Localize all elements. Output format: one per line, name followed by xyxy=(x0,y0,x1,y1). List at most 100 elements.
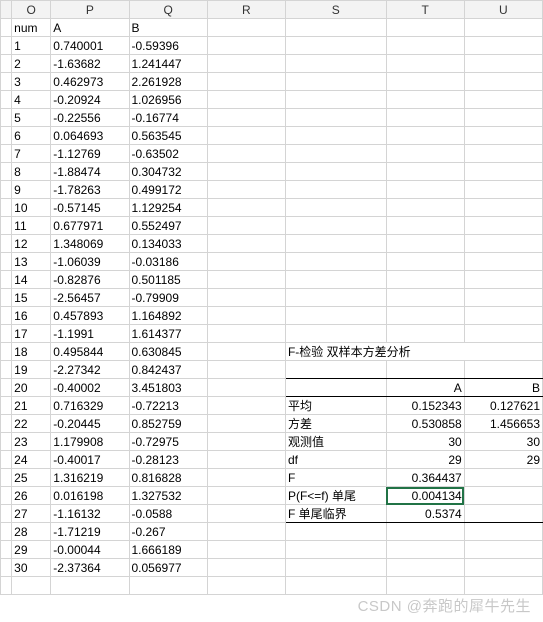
cell-P[interactable]: 0.677971 xyxy=(51,217,129,235)
cell-T[interactable] xyxy=(386,91,464,109)
cell-T[interactable] xyxy=(386,523,464,541)
cell-P[interactable]: -0.22556 xyxy=(51,109,129,127)
cell-Q[interactable] xyxy=(129,577,207,595)
cell-T[interactable] xyxy=(386,19,464,37)
cell-T[interactable] xyxy=(386,145,464,163)
grid-row[interactable]: 20-0.400023.451803AB xyxy=(1,379,543,397)
cell-U[interactable] xyxy=(464,559,542,577)
cell-P[interactable]: -0.40002 xyxy=(51,379,129,397)
cell-Q[interactable]: 0.816828 xyxy=(129,469,207,487)
cell-P[interactable]: -1.06039 xyxy=(51,253,129,271)
cell-S[interactable] xyxy=(285,55,386,73)
grid-row[interactable]: 17-1.19911.614377 xyxy=(1,325,543,343)
cell-P[interactable]: -0.00044 xyxy=(51,541,129,559)
cell-Q[interactable]: 1.666189 xyxy=(129,541,207,559)
cell-O[interactable]: 4 xyxy=(12,91,51,109)
cell-O[interactable]: 29 xyxy=(12,541,51,559)
cell-O[interactable]: 3 xyxy=(12,73,51,91)
col-R[interactable]: R xyxy=(207,1,285,19)
cell-S[interactable] xyxy=(285,181,386,199)
cell-O[interactable]: 12 xyxy=(12,235,51,253)
cell-S[interactable]: 观测值 xyxy=(285,433,386,451)
grid-row[interactable]: 27-1.16132-0.0588F 单尾临界0.5374 xyxy=(1,505,543,523)
row-gutter[interactable] xyxy=(1,361,12,379)
row-gutter[interactable] xyxy=(1,307,12,325)
cell-S[interactable] xyxy=(285,253,386,271)
cell-U[interactable] xyxy=(464,289,542,307)
grid-row[interactable]: 10.740001-0.59396 xyxy=(1,37,543,55)
cell-R[interactable] xyxy=(207,91,285,109)
grid-row[interactable]: 4-0.209241.026956 xyxy=(1,91,543,109)
cell-U[interactable] xyxy=(464,307,542,325)
cell-S[interactable]: 方差 xyxy=(285,415,386,433)
cell-O[interactable]: 13 xyxy=(12,253,51,271)
cell-S[interactable] xyxy=(285,523,386,541)
cell-O[interactable]: 16 xyxy=(12,307,51,325)
grid-row[interactable] xyxy=(1,577,543,595)
grid-row[interactable]: 110.6779710.552497 xyxy=(1,217,543,235)
cell-T[interactable] xyxy=(386,109,464,127)
cell-T[interactable]: A xyxy=(386,379,464,397)
cell-Q[interactable]: -0.0588 xyxy=(129,505,207,523)
cell-O[interactable]: 30 xyxy=(12,559,51,577)
cell-R[interactable] xyxy=(207,343,285,361)
cell-R[interactable] xyxy=(207,361,285,379)
grid-row[interactable]: 260.0161981.327532P(F<=f) 单尾0.004134 xyxy=(1,487,543,505)
cell-S[interactable] xyxy=(285,559,386,577)
cell-U[interactable] xyxy=(464,235,542,253)
cell-P[interactable] xyxy=(51,577,129,595)
cell-U[interactable] xyxy=(464,325,542,343)
cell-U[interactable] xyxy=(464,163,542,181)
column-headers[interactable]: O P Q R S T U xyxy=(1,1,543,19)
cell-R[interactable] xyxy=(207,199,285,217)
cell-U[interactable] xyxy=(464,37,542,55)
cell-T[interactable] xyxy=(386,127,464,145)
cell-Q[interactable]: 1.129254 xyxy=(129,199,207,217)
cell-U[interactable] xyxy=(464,469,542,487)
cell-P[interactable]: 1.316219 xyxy=(51,469,129,487)
cell-T[interactable]: 29 xyxy=(386,451,464,469)
cell-S[interactable] xyxy=(285,73,386,91)
cell-Q[interactable]: 1.026956 xyxy=(129,91,207,109)
cell-R[interactable] xyxy=(207,415,285,433)
cell-O[interactable]: 6 xyxy=(12,127,51,145)
cell-U[interactable]: B xyxy=(464,379,542,397)
grid-row[interactable]: 13-1.06039-0.03186 xyxy=(1,253,543,271)
grid-row[interactable]: 7-1.12769-0.63502 xyxy=(1,145,543,163)
cell-T[interactable] xyxy=(386,271,464,289)
cell-T[interactable]: 0.5374 xyxy=(386,505,464,523)
cell-Q[interactable]: 0.552497 xyxy=(129,217,207,235)
row-gutter[interactable] xyxy=(1,73,12,91)
row-gutter[interactable] xyxy=(1,55,12,73)
cell-S[interactable] xyxy=(285,541,386,559)
cell-U[interactable]: 1.456653 xyxy=(464,415,542,433)
row-gutter[interactable] xyxy=(1,343,12,361)
cell-Q[interactable]: -0.63502 xyxy=(129,145,207,163)
col-P[interactable]: P xyxy=(51,1,129,19)
cell-U[interactable]: 30 xyxy=(464,433,542,451)
cell-R[interactable] xyxy=(207,289,285,307)
cell-R[interactable] xyxy=(207,325,285,343)
cell-T[interactable] xyxy=(386,289,464,307)
cell-S[interactable] xyxy=(285,235,386,253)
cell-R[interactable] xyxy=(207,253,285,271)
cell-Q[interactable]: B xyxy=(129,19,207,37)
cell-Q[interactable]: 0.056977 xyxy=(129,559,207,577)
cell-P[interactable]: 0.457893 xyxy=(51,307,129,325)
cell-U[interactable]: 29 xyxy=(464,451,542,469)
cell-T[interactable] xyxy=(386,55,464,73)
cell-P[interactable]: 0.716329 xyxy=(51,397,129,415)
cell-O[interactable]: 18 xyxy=(12,343,51,361)
cell-T[interactable] xyxy=(386,541,464,559)
cell-S[interactable] xyxy=(285,379,386,397)
cell-U[interactable]: 0.127621 xyxy=(464,397,542,415)
col-O[interactable]: O xyxy=(12,1,51,19)
cell-U[interactable] xyxy=(464,361,542,379)
cell-P[interactable]: -2.37364 xyxy=(51,559,129,577)
row-gutter[interactable] xyxy=(1,523,12,541)
grid-row[interactable]: 5-0.22556-0.16774 xyxy=(1,109,543,127)
row-gutter[interactable] xyxy=(1,541,12,559)
cell-Q[interactable]: 2.261928 xyxy=(129,73,207,91)
col-T[interactable]: T xyxy=(386,1,464,19)
cell-S[interactable] xyxy=(285,145,386,163)
